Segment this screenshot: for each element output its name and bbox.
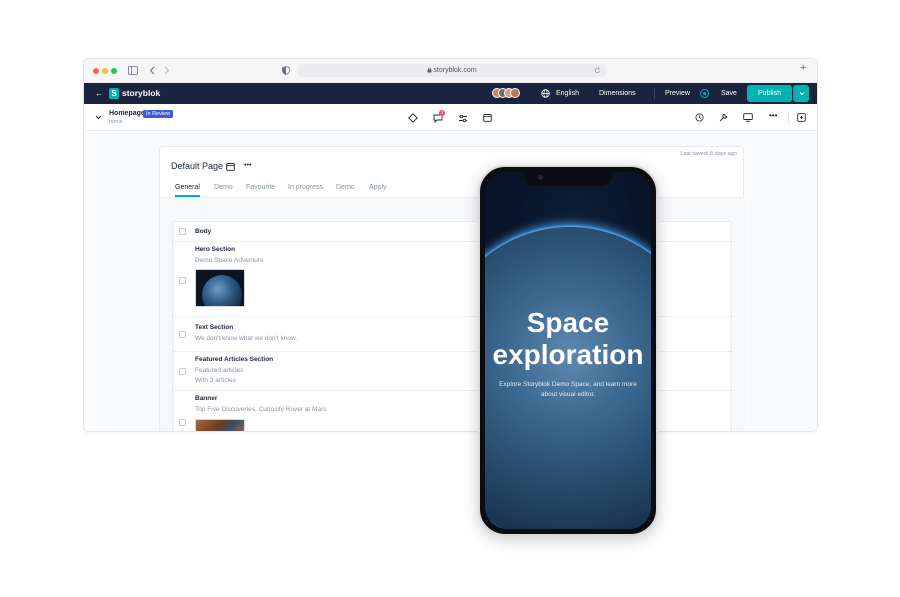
block-subtitle: We don't know what we don't know. (195, 335, 298, 342)
phone-preview: Space exploration Explore Storyblok Demo… (478, 165, 658, 536)
browser-chrome: storyblok.com + (84, 59, 817, 83)
status-badge: In Review (143, 110, 174, 118)
tab-favourite[interactable]: Favourite (246, 184, 275, 191)
lock-icon (427, 67, 432, 73)
sidebar-toggle-icon[interactable] (128, 66, 138, 75)
more-options-icon[interactable]: ••• (769, 111, 777, 120)
calendar-icon[interactable] (226, 162, 235, 171)
tab-apply[interactable]: Apply (369, 184, 387, 191)
block-title: Banner (195, 395, 218, 402)
phone-screen: Space exploration Explore Storyblok Demo… (485, 172, 651, 529)
page-slug: home (109, 119, 123, 125)
tab-general[interactable]: General (175, 184, 200, 191)
panel-toggle-icon[interactable] (797, 113, 806, 122)
tab-in-progress[interactable]: In progress (288, 184, 323, 191)
camera-icon (538, 175, 543, 180)
autosave-status-icon (700, 89, 709, 98)
app-topbar: ← S storyblok English Dimensions Preview… (84, 83, 817, 104)
page-name[interactable]: Homepage (109, 110, 145, 117)
block-title: Featured Articles Section (195, 356, 274, 363)
story-toolbar: Homepage In Review home 3 ••• (84, 104, 817, 131)
storyblok-logo-icon: S (109, 88, 119, 99)
globe-icon[interactable] (541, 89, 550, 98)
block-subtitle: Top Five Discoveries, Curiosity Rover at… (195, 406, 327, 413)
preview-button[interactable]: Preview (665, 83, 690, 104)
avatar (510, 88, 520, 98)
block-subtitle: Demo Space Adventure (195, 257, 264, 264)
wrench-icon[interactable] (719, 113, 728, 122)
sliders-icon[interactable] (458, 114, 468, 123)
browser-window: storyblok.com + ← S storyblok English Di… (83, 58, 818, 432)
collaborator-avatars[interactable] (492, 88, 520, 99)
brand-name: storyblok (122, 88, 161, 98)
card-more-options[interactable]: ••• (244, 162, 251, 169)
body-field-label: Body (195, 228, 212, 235)
toolbar-divider (788, 112, 789, 124)
block-title: Hero Section (195, 246, 236, 253)
diamond-icon[interactable] (408, 113, 418, 123)
hero-subtitle: Explore Storyblok Demo Space, and learn … (499, 381, 637, 398)
new-tab-button[interactable]: + (800, 62, 806, 74)
publish-options-button[interactable] (793, 85, 809, 102)
hero-title: Space exploration (485, 307, 651, 371)
back-arrow-icon[interactable] (149, 66, 155, 75)
address-bar[interactable]: storyblok.com (298, 64, 606, 77)
mars-thumbnail-image (195, 419, 245, 431)
monitor-icon[interactable] (743, 113, 753, 122)
hero-title-line-1: Space (526, 307, 610, 338)
save-button[interactable]: Save (721, 83, 737, 104)
block-title: Text Section (195, 324, 234, 331)
block-subtitle: Featured articles (195, 367, 244, 374)
chevron-down-icon[interactable] (95, 115, 102, 120)
block-checkbox[interactable] (179, 419, 186, 426)
comments-count-badge: 3 (439, 110, 445, 116)
publish-button[interactable]: Publish (747, 85, 792, 102)
select-all-checkbox[interactable] (179, 228, 186, 235)
tab-demo-2[interactable]: Demo (336, 184, 355, 191)
privacy-shield-icon (282, 66, 290, 75)
calendar-icon[interactable] (483, 113, 492, 122)
url-text: storyblok.com (433, 67, 477, 74)
topbar-divider (654, 88, 655, 99)
block-checkbox[interactable] (179, 277, 186, 284)
block-checkbox[interactable] (179, 331, 186, 338)
content-type-title: Default Page (171, 161, 224, 171)
language-select[interactable]: English (556, 83, 579, 104)
earth-horizon-image (485, 227, 651, 529)
phone-notch (524, 172, 612, 186)
block-checkbox[interactable] (179, 368, 186, 375)
forward-arrow-icon[interactable] (164, 66, 170, 75)
history-icon[interactable] (695, 113, 704, 122)
hero-title-line-2: exploration (492, 339, 644, 370)
dimensions-button[interactable]: Dimensions (599, 83, 636, 104)
last-saved-text: Last saved: 8 days ago (680, 151, 737, 157)
chevron-down-icon (799, 92, 805, 96)
reload-icon[interactable] (594, 67, 601, 74)
tab-demo[interactable]: Demo (214, 184, 233, 191)
minimize-window-dot[interactable] (102, 68, 108, 74)
close-window-dot[interactable] (93, 68, 99, 74)
back-button[interactable]: ← (95, 83, 103, 104)
maximize-window-dot[interactable] (111, 68, 117, 74)
earth-thumbnail-image (195, 269, 245, 307)
block-subtitle-count: With 3 articles (195, 377, 236, 384)
